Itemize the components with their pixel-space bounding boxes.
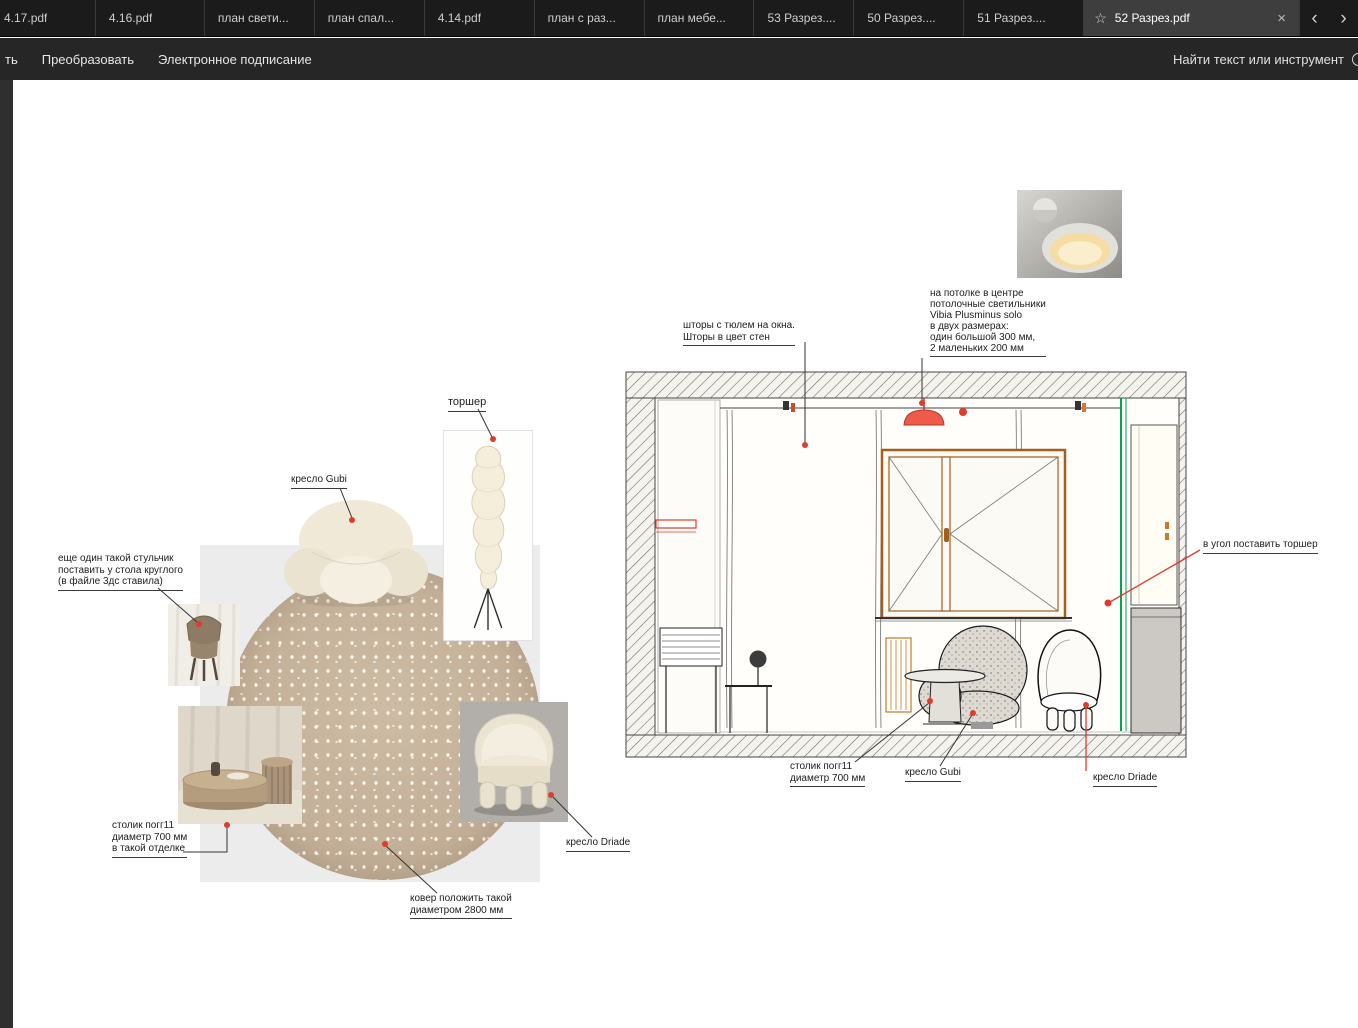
edit-menu-partial[interactable]: ть [5, 52, 18, 67]
gubi-chair-label: кресло Gubi [291, 474, 347, 489]
driade-chair-label: кресло Driade [566, 837, 630, 852]
left-sidebar-strip[interactable] [0, 80, 13, 1028]
section-coffee-table-note: столик погг11 диаметр 700 мм [790, 761, 865, 787]
toolbar: ть Преобразовать Электронное подписание … [0, 38, 1358, 80]
ceiling-light-image [1017, 190, 1122, 278]
extra-chair-image [168, 604, 240, 686]
tab-plan-spal[interactable]: план спал... [315, 0, 425, 36]
section-drawing [625, 370, 1187, 760]
close-icon[interactable]: × [1277, 10, 1286, 27]
convert-menu-item[interactable]: Преобразовать [42, 52, 134, 67]
find-text-tool[interactable]: Найти текст или инструмент [1173, 52, 1358, 67]
driade-chair-image [460, 702, 568, 822]
section-gubi-chair-label: кресло Gubi [905, 767, 961, 782]
tab-scroll-nav: ‹ › [1299, 0, 1358, 36]
tab-4-16-pdf[interactable]: 4.16.pdf [96, 0, 205, 36]
tab-bar: 4.17.pdf 4.16.pdf план свети... план спа… [0, 0, 1358, 37]
tab-53-razrez[interactable]: 53 Разрез.... [754, 0, 854, 36]
floor-lamp-label: торшер [448, 397, 486, 412]
pdf-page: торшер кресло Gubi еще один такой стульч… [0, 80, 1358, 1028]
coffee-table-note: столик погг11 диаметр 700 мм в такой отд… [112, 820, 187, 858]
find-text-label: Найти текст или инструмент [1173, 52, 1344, 67]
tab-4-14-pdf[interactable]: 4.14.pdf [425, 0, 535, 36]
search-icon [1352, 53, 1358, 66]
tab-52-razrez-pdf-active[interactable]: ☆ 52 Разрез.pdf × [1084, 0, 1299, 36]
tab-plan-mebe[interactable]: план мебе... [645, 0, 755, 36]
extra-chair-note: еще один такой стульчик поставить у стол… [58, 553, 183, 591]
tab-4-17-pdf[interactable]: 4.17.pdf [0, 0, 96, 36]
rug-note: ковер положить такой диаметром 2800 мм [410, 893, 512, 919]
corner-floor-lamp-note: в угол поставить торшер [1203, 539, 1318, 554]
toolbar-left-group: ть Преобразовать Электронное подписание [5, 52, 312, 67]
ceiling-light-note: на потолке в центре потолочные светильни… [930, 288, 1046, 357]
tab-plan-sveti[interactable]: план свети... [205, 0, 315, 36]
star-icon[interactable]: ☆ [1094, 10, 1107, 27]
esign-menu-item[interactable]: Электронное подписание [158, 52, 312, 67]
gubi-armchair-image [282, 488, 430, 620]
coffee-table-image [178, 706, 302, 824]
pdf-viewer-window: 4.17.pdf 4.16.pdf план свети... план спа… [0, 0, 1358, 1028]
curtains-note: шторы с тюлем на окна. Шторы в цвет стен [683, 320, 795, 346]
section-driade-chair-label: кресло Driade [1093, 772, 1157, 787]
tab-plan-s-raz[interactable]: план с раз... [535, 0, 645, 36]
floor-lamp-image [443, 430, 533, 641]
prev-tab-button[interactable]: ‹ [1300, 0, 1329, 36]
tab-51-razrez[interactable]: 51 Разрез.... [964, 0, 1084, 36]
tab-50-razrez[interactable]: 50 Разрез.... [854, 0, 964, 36]
next-tab-button[interactable]: › [1329, 0, 1358, 36]
